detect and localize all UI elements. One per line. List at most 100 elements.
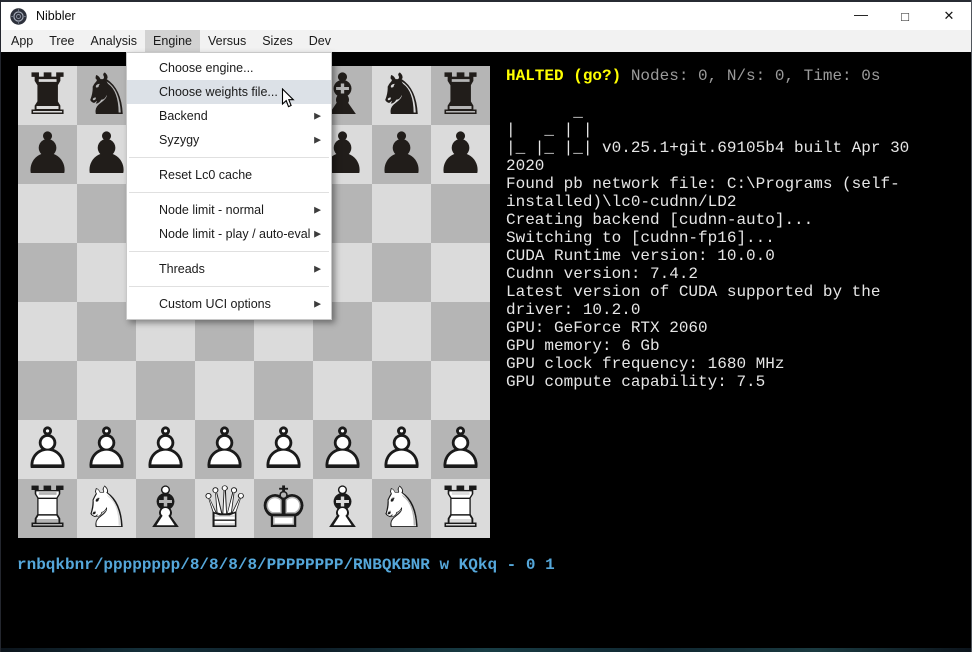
square-f2[interactable]: ♟♙ <box>313 420 372 479</box>
menu-item-node-limit-play-auto-eval[interactable]: Node limit - play / auto-eval▶ <box>127 222 331 246</box>
menu-item-label: Backend <box>159 109 208 123</box>
menubar-item-analysis[interactable]: Analysis <box>83 30 146 52</box>
menubar-item-app[interactable]: App <box>3 30 41 52</box>
square-a6[interactable] <box>18 184 77 243</box>
square-h2[interactable]: ♟♙ <box>431 420 490 479</box>
menu-separator <box>129 251 329 252</box>
square-b2[interactable]: ♟♙ <box>77 420 136 479</box>
square-h4[interactable] <box>431 302 490 361</box>
piece-outline: ♗ <box>136 479 195 538</box>
piece-fill: ♜ <box>18 66 77 125</box>
square-f3[interactable] <box>313 361 372 420</box>
square-d1[interactable]: ♛♕ <box>195 479 254 538</box>
square-a4[interactable] <box>18 302 77 361</box>
square-a8[interactable]: ♜ <box>18 66 77 125</box>
square-g5[interactable] <box>372 243 431 302</box>
piece-outline: ♙ <box>136 420 195 479</box>
piece-outline: ♙ <box>431 420 490 479</box>
piece-white-pawn: ♟♙ <box>195 420 254 479</box>
submenu-arrow-icon: ▶ <box>314 205 321 216</box>
menu-item-label: Threads <box>159 262 205 276</box>
minimize-button[interactable]: — <box>839 2 883 30</box>
menu-item-node-limit-normal[interactable]: Node limit - normal ▶ <box>127 198 331 222</box>
menu-item-syzygy[interactable]: Syzygy▶ <box>127 128 331 152</box>
square-h3[interactable] <box>431 361 490 420</box>
square-b1[interactable]: ♞♘ <box>77 479 136 538</box>
square-b3[interactable] <box>77 361 136 420</box>
square-h6[interactable] <box>431 184 490 243</box>
square-h5[interactable] <box>431 243 490 302</box>
square-g6[interactable] <box>372 184 431 243</box>
menubar-item-versus[interactable]: Versus <box>200 30 254 52</box>
square-g4[interactable] <box>372 302 431 361</box>
menu-separator <box>129 286 329 287</box>
piece-outline: ♙ <box>18 420 77 479</box>
menu-item-label: Choose engine... <box>159 61 254 75</box>
piece-white-pawn: ♟♙ <box>77 420 136 479</box>
square-d3[interactable] <box>195 361 254 420</box>
title-bar: Nibbler — □ ✕ <box>1 0 971 30</box>
square-g7[interactable]: ♟ <box>372 125 431 184</box>
square-h7[interactable]: ♟ <box>431 125 490 184</box>
square-g3[interactable] <box>372 361 431 420</box>
nibbler-window: Nibbler — □ ✕ AppTreeAnalysisEngineVersu… <box>0 0 972 652</box>
piece-fill: ♞ <box>372 66 431 125</box>
submenu-arrow-icon: ▶ <box>314 111 321 122</box>
square-a7[interactable]: ♟ <box>18 125 77 184</box>
square-c2[interactable]: ♟♙ <box>136 420 195 479</box>
piece-white-pawn: ♟♙ <box>136 420 195 479</box>
square-f1[interactable]: ♝♗ <box>313 479 372 538</box>
square-c1[interactable]: ♝♗ <box>136 479 195 538</box>
desktop-edge-strip <box>1 648 971 652</box>
square-e3[interactable] <box>254 361 313 420</box>
square-a3[interactable] <box>18 361 77 420</box>
menu-item-threads[interactable]: Threads▶ <box>127 257 331 281</box>
square-d2[interactable]: ♟♙ <box>195 420 254 479</box>
app-icon <box>10 8 27 25</box>
piece-black-rook: ♜ <box>18 66 77 125</box>
piece-white-pawn: ♟♙ <box>372 420 431 479</box>
submenu-arrow-icon: ▶ <box>314 229 321 240</box>
maximize-button[interactable]: □ <box>883 2 927 30</box>
square-g2[interactable]: ♟♙ <box>372 420 431 479</box>
piece-outline: ♙ <box>195 420 254 479</box>
menu-separator <box>129 157 329 158</box>
piece-outline: ♖ <box>431 479 490 538</box>
menu-item-label: Choose weights file... <box>159 85 278 99</box>
menu-item-label: Node limit - normal <box>159 203 264 217</box>
engine-status-halted: HALTED (go?) <box>506 67 621 85</box>
menu-item-reset-lc0-cache[interactable]: Reset Lc0 cache <box>127 163 331 187</box>
menubar-item-engine[interactable]: Engine <box>145 30 200 52</box>
square-e2[interactable]: ♟♙ <box>254 420 313 479</box>
square-c3[interactable] <box>136 361 195 420</box>
square-h1[interactable]: ♜♖ <box>431 479 490 538</box>
close-button[interactable]: ✕ <box>927 2 971 30</box>
piece-fill: ♟ <box>431 125 490 184</box>
submenu-arrow-icon: ▶ <box>314 299 321 310</box>
square-a2[interactable]: ♟♙ <box>18 420 77 479</box>
square-h8[interactable]: ♜ <box>431 66 490 125</box>
menubar-item-tree[interactable]: Tree <box>41 30 82 52</box>
square-g1[interactable]: ♞♘ <box>372 479 431 538</box>
square-e1[interactable]: ♚♔ <box>254 479 313 538</box>
menu-item-custom-uci-options[interactable]: Custom UCI options ▶ <box>127 292 331 316</box>
piece-white-rook: ♜♖ <box>18 479 77 538</box>
square-a5[interactable] <box>18 243 77 302</box>
square-a1[interactable]: ♜♖ <box>18 479 77 538</box>
piece-black-rook: ♜ <box>431 66 490 125</box>
menu-item-label: Custom UCI options <box>159 297 271 311</box>
menu-item-backend[interactable]: Backend ▶ <box>127 104 331 128</box>
menu-item-choose-weights-file[interactable]: Choose weights file... <box>127 80 331 104</box>
square-g8[interactable]: ♞ <box>372 66 431 125</box>
menubar-item-dev[interactable]: Dev <box>301 30 339 52</box>
piece-outline: ♗ <box>313 479 372 538</box>
piece-white-bishop: ♝♗ <box>136 479 195 538</box>
menubar-item-sizes[interactable]: Sizes <box>254 30 301 52</box>
window-title: Nibbler <box>36 9 76 23</box>
piece-white-pawn: ♟♙ <box>431 420 490 479</box>
piece-black-pawn: ♟ <box>431 125 490 184</box>
menu-item-choose-engine[interactable]: Choose engine... <box>127 56 331 80</box>
menu-item-label: Syzygy <box>159 133 199 147</box>
fen-string: rnbqkbnr/pppppppp/8/8/8/8/PPPPPPPP/RNBQK… <box>17 556 555 574</box>
piece-fill: ♜ <box>431 66 490 125</box>
